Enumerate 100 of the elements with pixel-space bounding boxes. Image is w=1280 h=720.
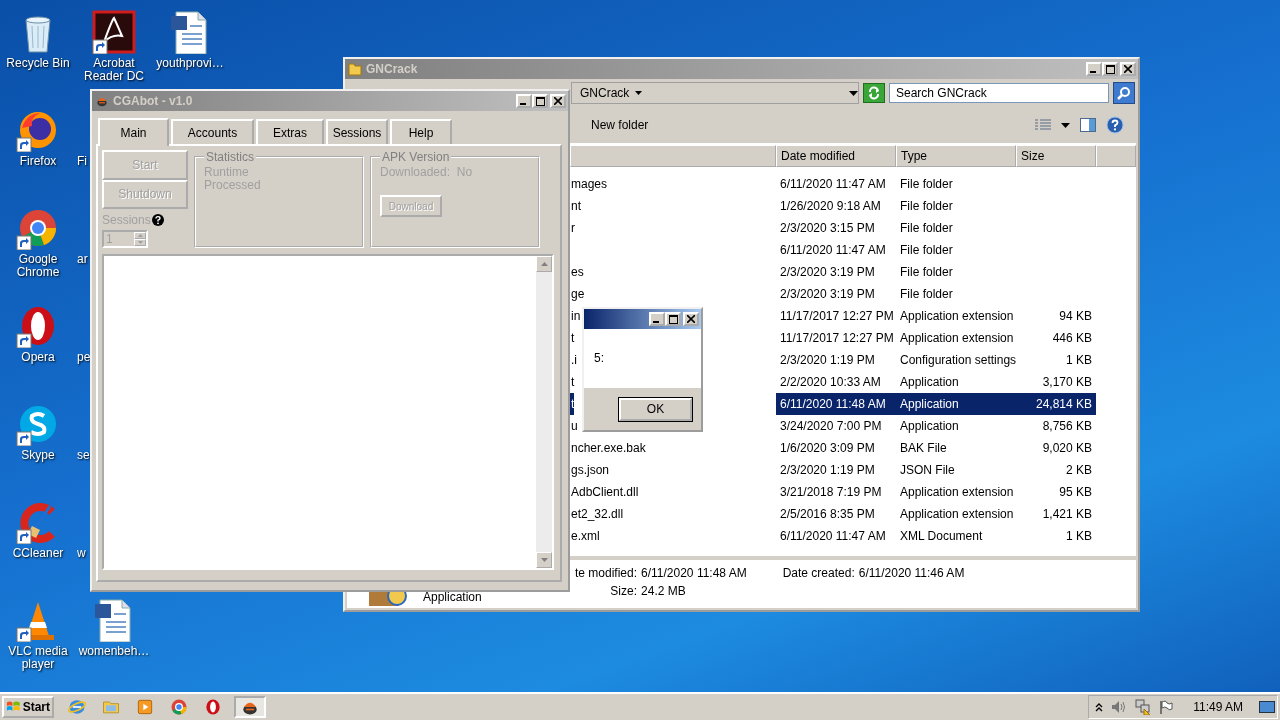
maximize-button[interactable]: [532, 94, 548, 108]
icon-label[interactable]: Google Chrome: [1, 253, 75, 279]
file-name[interactable]: ge: [570, 283, 585, 305]
date-cell[interactable]: 3/21/2018 7:19 PM: [776, 481, 896, 503]
minimize-button[interactable]: [516, 94, 532, 108]
date-cell[interactable]: 1/26/2020 9:18 AM: [776, 195, 896, 217]
icon-label[interactable]: Recycle Bin: [6, 57, 70, 70]
file-name[interactable]: t: [570, 393, 575, 415]
type-cell[interactable]: File folder: [896, 283, 1016, 305]
tab[interactable]: Main: [98, 118, 169, 146]
dropdown-icon[interactable]: [849, 90, 858, 96]
icon-label[interactable]: Fi: [77, 155, 87, 168]
type-cell[interactable]: Application: [896, 393, 1016, 415]
breadcrumb[interactable]: GNCrack: [580, 86, 630, 100]
file-name[interactable]: in: [570, 305, 581, 327]
icon-label[interactable]: womenbeh…: [78, 645, 150, 658]
clock[interactable]: 11:49 AM: [1193, 700, 1243, 714]
date-cell[interactable]: 6/11/2020 11:48 AM: [776, 393, 896, 415]
icon-label[interactable]: Acrobat Reader DC: [77, 57, 151, 83]
chevron-icon[interactable]: [1095, 702, 1104, 712]
file-name[interactable]: AdbClient.dll: [570, 481, 639, 503]
size-cell[interactable]: 94 KB: [1016, 305, 1096, 327]
file-name[interactable]: r: [570, 217, 575, 239]
type-cell[interactable]: Application extension: [896, 481, 1016, 503]
type-cell[interactable]: File folder: [896, 239, 1016, 261]
minimize-button[interactable]: [1086, 62, 1102, 76]
tab[interactable]: Accounts: [171, 119, 254, 144]
size-cell[interactable]: 24,814 KB: [1016, 393, 1096, 415]
help-icon[interactable]: [151, 214, 164, 226]
date-cell[interactable]: 6/11/2020 11:47 AM: [776, 173, 896, 195]
date-cell[interactable]: 3/24/2020 7:00 PM: [776, 415, 896, 437]
file-name[interactable]: ncher.exe.bak: [570, 437, 646, 459]
preview-pane-icon[interactable]: [1080, 118, 1096, 132]
type-cell[interactable]: File folder: [896, 217, 1016, 239]
type-cell[interactable]: Configuration settings: [896, 349, 1016, 371]
column-header[interactable]: Type: [896, 145, 1016, 167]
search-button[interactable]: [1113, 82, 1135, 104]
type-cell[interactable]: File folder: [896, 261, 1016, 283]
type-cell[interactable]: Application extension: [896, 503, 1016, 525]
file-name[interactable]: nt: [570, 195, 581, 217]
search-field[interactable]: Search GNCrack: [889, 83, 1109, 103]
size-cell[interactable]: 8,756 KB: [1016, 415, 1096, 437]
refresh-button[interactable]: [863, 83, 885, 103]
taskbar-button[interactable]: [234, 696, 266, 718]
maximize-button[interactable]: [665, 312, 681, 326]
type-cell[interactable]: XML Document: [896, 525, 1016, 547]
file-name[interactable]: et2_32.dll: [570, 503, 624, 525]
close-button[interactable]: [683, 312, 699, 326]
file-name[interactable]: e.xml: [570, 525, 600, 547]
date-cell[interactable]: 2/3/2020 1:19 PM: [776, 349, 896, 371]
column-header[interactable]: Date modified: [776, 145, 896, 167]
file-name[interactable]: u: [570, 415, 578, 437]
caret-icon[interactable]: [1061, 122, 1070, 128]
type-cell[interactable]: File folder: [896, 173, 1016, 195]
date-cell[interactable]: 2/3/2020 1:19 PM: [776, 459, 896, 481]
icon-label[interactable]: Opera: [21, 351, 55, 364]
size-cell[interactable]: 1,421 KB: [1016, 503, 1096, 525]
icon-label[interactable]: w: [77, 547, 86, 560]
file-name[interactable]: .i: [570, 349, 577, 371]
date-cell[interactable]: 11/17/2017 12:27 PM: [776, 305, 896, 327]
file-name[interactable]: mages: [570, 173, 608, 195]
icon-label[interactable]: youthprovi…: [156, 57, 224, 70]
date-cell[interactable]: 2/3/2020 3:15 PM: [776, 217, 896, 239]
type-cell[interactable]: Application: [896, 415, 1016, 437]
tab[interactable]: Extras: [256, 119, 324, 144]
size-cell[interactable]: 2 KB: [1016, 459, 1096, 481]
tab[interactable]: Help: [390, 119, 452, 144]
size-cell[interactable]: 1 KB: [1016, 525, 1096, 547]
toolbar-button[interactable]: New folder: [577, 118, 655, 132]
show-desktop-icon[interactable]: [1259, 700, 1275, 714]
icon-label[interactable]: ar: [77, 253, 88, 266]
start-button[interactable]: Start: [2, 696, 54, 718]
scrollbar[interactable]: [536, 256, 552, 568]
icon-label[interactable]: se: [77, 449, 90, 462]
tab[interactable]: Sessions: [326, 119, 388, 144]
size-cell[interactable]: 9,020 KB: [1016, 437, 1096, 459]
icon-label[interactable]: CCleaner: [12, 547, 64, 560]
size-cell[interactable]: 1 KB: [1016, 349, 1096, 371]
ok-button[interactable]: OK: [619, 397, 692, 421]
icon-label[interactable]: pe: [77, 351, 91, 364]
date-cell[interactable]: 6/11/2020 11:47 AM: [776, 239, 896, 261]
icon-label[interactable]: Firefox: [19, 155, 57, 168]
date-cell[interactable]: 1/6/2020 3:09 PM: [776, 437, 896, 459]
flag-icon[interactable]: [1159, 700, 1174, 714]
type-cell[interactable]: Application: [896, 371, 1016, 393]
network-icon[interactable]: [1135, 699, 1152, 715]
file-name[interactable]: gs.json: [570, 459, 610, 481]
column-header[interactable]: Size: [1016, 145, 1096, 167]
minimize-button[interactable]: [649, 312, 665, 326]
close-button[interactable]: [550, 94, 566, 108]
type-cell[interactable]: Application extension: [896, 305, 1016, 327]
date-cell[interactable]: 2/5/2016 8:35 PM: [776, 503, 896, 525]
type-cell[interactable]: File folder: [896, 195, 1016, 217]
date-cell[interactable]: 2/3/2020 3:19 PM: [776, 283, 896, 305]
speaker-icon[interactable]: [1111, 700, 1128, 714]
acrobat-icon[interactable]: [92, 10, 136, 54]
type-cell[interactable]: Application extension: [896, 327, 1016, 349]
scroll-up-icon[interactable]: [540, 262, 548, 266]
file-name[interactable]: t: [570, 371, 575, 393]
size-cell[interactable]: 95 KB: [1016, 481, 1096, 503]
